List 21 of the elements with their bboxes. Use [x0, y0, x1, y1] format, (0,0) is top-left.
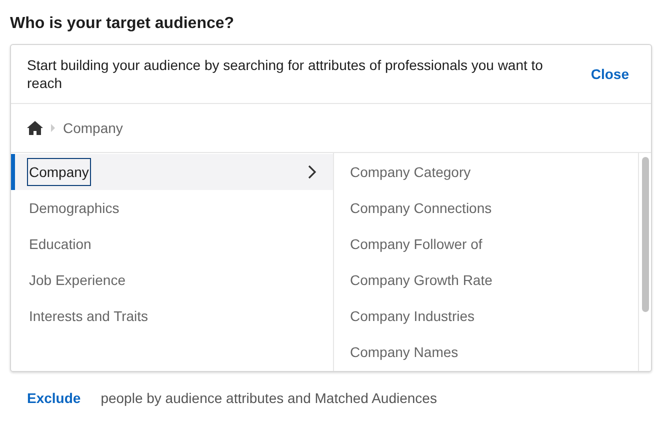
category-item[interactable]: Interests and Traits [11, 298, 333, 334]
category-item[interactable]: Job Experience [11, 262, 333, 298]
chevron-right-icon [307, 165, 317, 179]
category-item[interactable]: Education [11, 226, 333, 262]
footer-text: people by audience attributes and Matched Audiences [100, 390, 437, 406]
category-item[interactable]: Demographics [11, 190, 333, 226]
home-icon[interactable] [27, 121, 43, 135]
subcategory-item[interactable]: Company Category [334, 154, 638, 190]
close-button[interactable]: Close [584, 62, 635, 86]
category-item[interactable]: Company [11, 154, 333, 190]
intro-text: Start building your audience by searching for attributes of professionals you want to reach [27, 56, 544, 92]
separator-icon [51, 124, 55, 132]
subcategory-item[interactable]: Company Connections [334, 190, 638, 226]
exclude-link[interactable]: Exclude [27, 390, 81, 406]
subcategory-item[interactable]: Company Follower of [334, 226, 638, 262]
section-heading: Who is your target audience? [10, 14, 234, 34]
breadcrumb-item[interactable]: Company [63, 120, 123, 136]
subcategory-item[interactable]: Company Growth Rate [334, 262, 638, 298]
scrollbar[interactable] [638, 153, 651, 371]
subcategory-item[interactable]: Company Names [334, 334, 638, 370]
subcategory-item[interactable]: Company Industries [334, 298, 638, 334]
